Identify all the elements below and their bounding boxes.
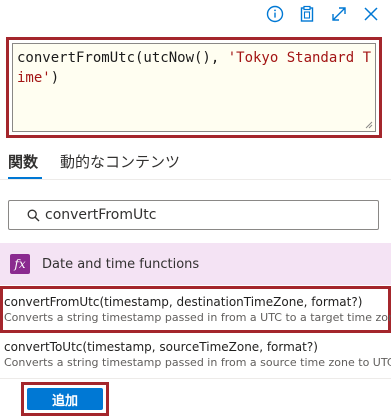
info-icon[interactable] [266, 5, 284, 23]
close-icon[interactable] [362, 5, 380, 23]
function-fx-icon: fx [10, 254, 30, 274]
category-header[interactable]: fx Date and time functions [0, 243, 391, 285]
search-value: convertFromUtc [45, 207, 157, 223]
function-description: Converts a string timestamp passed in fr… [4, 356, 391, 369]
search-input[interactable]: convertFromUtc [8, 200, 379, 230]
function-description: Converts a string timestamp passed in fr… [4, 311, 391, 324]
expression-editor-highlight: convertFromUtc(utcNow(), 'Tokyo Standard… [6, 37, 382, 138]
tab-divider [0, 179, 391, 180]
category-label: Date and time functions [42, 257, 200, 272]
expand-icon[interactable] [330, 5, 348, 23]
footer-divider [0, 378, 391, 379]
code-suffix: ) [50, 70, 60, 86]
add-button[interactable]: 追加 [27, 388, 103, 410]
resize-grip-icon[interactable] [365, 121, 373, 129]
code-prefix: convertFromUtc(utcNow(), [17, 50, 228, 66]
function-signature: convertToUtc(timestamp, sourceTimeZone, … [4, 340, 318, 354]
tab-functions[interactable]: 関数 [8, 152, 38, 172]
expression-editor[interactable]: convertFromUtc(utcNow(), 'Tokyo Standard… [12, 43, 376, 132]
function-item-convertfromutc[interactable]: convertFromUtc(timestamp, destinationTim… [0, 286, 391, 333]
function-signature: convertFromUtc(timestamp, destinationTim… [4, 295, 363, 309]
search-icon [27, 209, 40, 222]
add-button-highlight: 追加 [21, 382, 109, 416]
function-item-converttoutc[interactable]: convertToUtc(timestamp, sourceTimeZone, … [0, 339, 391, 375]
tab-dynamic-content[interactable]: 動的なコンテンツ [60, 152, 180, 172]
clipboard-icon[interactable] [298, 5, 316, 23]
